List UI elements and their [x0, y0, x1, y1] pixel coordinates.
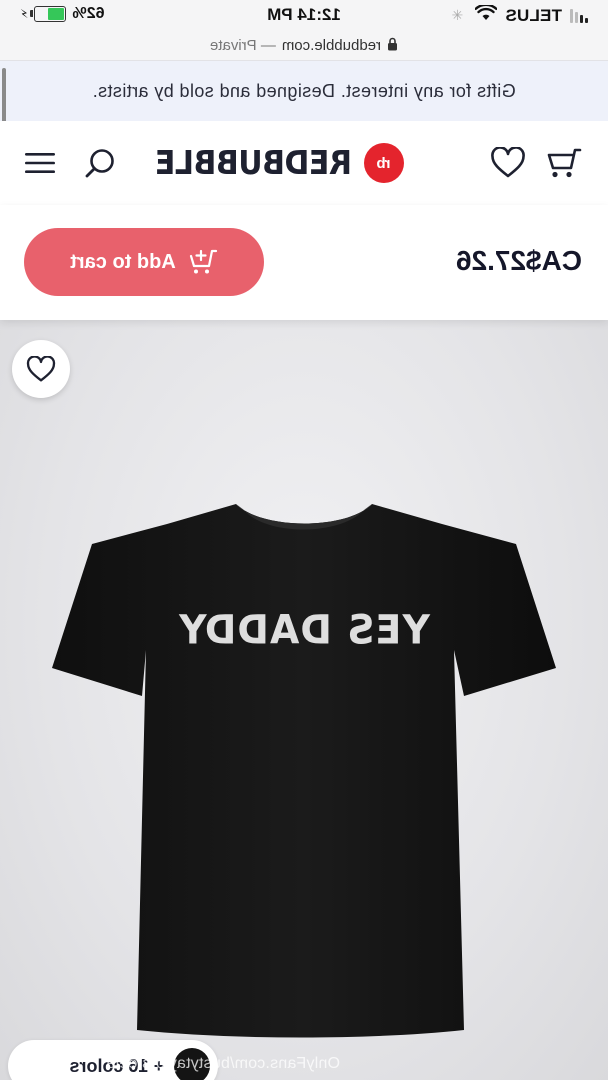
- logo-badge: rb: [364, 143, 404, 183]
- address-bar[interactable]: redbubble.com — Private: [0, 30, 608, 61]
- battery-percent: 62%: [72, 5, 105, 22]
- wishlist-button[interactable]: [488, 143, 528, 183]
- menu-icon: [25, 153, 55, 173]
- add-to-cart-icon: [189, 249, 217, 274]
- battery-icon: [34, 6, 67, 22]
- watermark-text: OnlyFans.com/bustytaylorsteele: [106, 1055, 340, 1072]
- search-icon: [85, 149, 114, 178]
- buy-bar: CA$27.26 Add to cart: [0, 205, 608, 320]
- search-button[interactable]: [80, 143, 120, 183]
- cart-icon: [547, 148, 582, 178]
- promo-text: Gifts for any interest. Designed and sol…: [92, 80, 516, 101]
- page-root: TELUS ✳ 12:14 PM 62% ⚡ redbubble.com — P…: [0, 0, 608, 1080]
- heart-icon: [491, 147, 525, 178]
- lock-icon: [387, 37, 398, 54]
- url-text: redbubble.com: [281, 36, 382, 54]
- redbubble-logo[interactable]: rb REDBUBBLE: [155, 141, 404, 185]
- product-price: CA$27.26: [455, 245, 582, 276]
- private-label: — Private: [209, 36, 276, 54]
- site-header: rb REDBUBBLE: [0, 121, 608, 206]
- status-bar: TELUS ✳ 12:14 PM 62% ⚡: [0, 0, 608, 30]
- charging-bolt-icon: ⚡: [20, 7, 29, 21]
- heart-icon: [26, 355, 56, 382]
- status-right: 62% ⚡: [20, 5, 104, 23]
- tshirt-image: [52, 504, 556, 1038]
- logo-wordmark: REDBUBBLE: [155, 143, 352, 183]
- add-to-cart-label: Add to cart: [70, 250, 176, 273]
- add-to-cart-button[interactable]: Add to cart: [24, 228, 264, 296]
- menu-button[interactable]: [20, 143, 60, 183]
- favorite-button[interactable]: [12, 340, 70, 398]
- promo-banner: Gifts for any interest. Designed and sol…: [0, 61, 608, 121]
- shirt-print-text: YES DADDY: [178, 606, 430, 654]
- cart-button[interactable]: [544, 143, 584, 183]
